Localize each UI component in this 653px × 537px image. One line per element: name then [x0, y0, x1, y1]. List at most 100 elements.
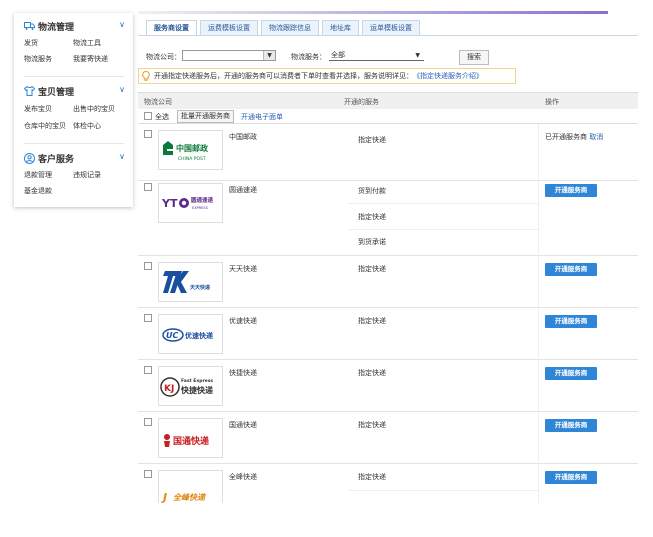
company-logo: 国通快递: [158, 418, 223, 458]
company-logo: KJ Fast Express 快捷快递: [158, 366, 223, 406]
search-button[interactable]: 搜索: [459, 50, 489, 65]
cell-divider: [538, 180, 539, 255]
sidebar-link-fund-refund[interactable]: 基金退款: [24, 186, 52, 196]
logo-subtext: EXPRESS: [192, 206, 209, 210]
sidebar-group-title: 宝贝管理: [38, 87, 75, 98]
open-provider-button[interactable]: 开通服务商: [545, 471, 597, 484]
chevron-down-icon[interactable]: ∨: [119, 152, 125, 161]
row-checkbox[interactable]: [144, 418, 152, 426]
row-checkbox[interactable]: [144, 130, 152, 138]
company-name: 圆通速递: [229, 186, 257, 194]
company-name: 快捷快递: [229, 369, 257, 377]
sidebar-link-warehouse[interactable]: 仓库中的宝贝: [24, 121, 66, 131]
company-logo: J 全峰快递: [158, 470, 223, 503]
company-select[interactable]: ▼: [182, 50, 276, 61]
column-header-actions: 操作: [545, 98, 559, 106]
cancel-link[interactable]: 取消: [589, 133, 603, 141]
sidebar-group-customer-header[interactable]: 客户服务: [24, 152, 75, 165]
sidebar-divider: [24, 76, 124, 77]
company-logo: 中国邮政 CHINA POST: [158, 130, 223, 170]
company-name: 国通快递: [229, 421, 257, 429]
service-item: 指定快递: [358, 213, 386, 221]
sidebar-link-publish[interactable]: 发布宝贝: [24, 104, 52, 114]
sidebar-link-ship[interactable]: 发货: [24, 38, 38, 48]
sidebar-link-refund[interactable]: 退款管理: [24, 170, 52, 180]
company-name: 中国邮政: [229, 133, 257, 141]
tab-freight-template[interactable]: 运费模板设置: [200, 20, 258, 36]
service-item: 到货承诺: [358, 238, 386, 246]
service-list: 指定快递: [348, 307, 538, 359]
service-filter-label: 物流服务：: [291, 53, 326, 61]
logo-text: 圆通速递: [191, 196, 214, 204]
tab-address-book[interactable]: 地址库: [322, 20, 359, 36]
service-item: 指定快递: [358, 317, 386, 325]
open-provider-button[interactable]: 开通服务商: [545, 367, 597, 380]
svg-text:J: J: [161, 491, 167, 503]
open-provider-button[interactable]: 开通服务商: [545, 263, 597, 276]
svg-text:YT: YT: [161, 197, 178, 210]
company-logo: 天天快递: [158, 262, 223, 302]
service-list: 货到付款 指定快递 到货承诺: [348, 180, 538, 255]
service-list: 指定快递: [348, 411, 538, 463]
tab-underline: [138, 35, 638, 36]
service-item: 指定快递: [358, 265, 386, 273]
company-name: 天天快递: [229, 265, 257, 273]
sidebar-group-title: 客户服务: [38, 154, 75, 165]
logo-subtext: Fast Express: [181, 378, 213, 384]
tab-waybill-template[interactable]: 运单模板设置: [362, 20, 420, 36]
open-provider-button[interactable]: 开通服务商: [545, 184, 597, 197]
service-select[interactable]: 全部 ▼: [329, 50, 424, 61]
company-filter-label: 物流公司：: [146, 53, 181, 61]
sidebar-group-items-header[interactable]: 宝贝管理: [24, 85, 75, 98]
table-toolbar: 全选 批量开通服务商 开通电子面单: [138, 109, 638, 124]
table-row: KJ Fast Express 快捷快递 快捷快递 指定快递 开通服务商: [138, 359, 638, 412]
row-checkbox[interactable]: [144, 314, 152, 322]
logo-text: 国通快递: [173, 435, 209, 447]
cell-divider: [538, 359, 539, 411]
sidebar-divider: [24, 143, 124, 144]
row-checkbox[interactable]: [144, 183, 152, 191]
lightbulb-icon: [142, 71, 150, 81]
cell-divider: [538, 307, 539, 359]
open-provider-button[interactable]: 开通服务商: [545, 315, 597, 328]
open-provider-button[interactable]: 开通服务商: [545, 419, 597, 432]
table-row: 国通快递 国通快递 指定快递 开通服务商: [138, 411, 638, 464]
sidebar: 物流管理 ∨ 发货 物流工具 物流服务 我要寄快递 宝贝管理 ∨ 发布宝贝 出售…: [14, 13, 133, 207]
service-list: 指定快递: [348, 124, 538, 180]
service-divider: [348, 490, 538, 491]
tab-service-provider[interactable]: 服务商设置: [146, 20, 197, 36]
sidebar-link-send-express[interactable]: 我要寄快递: [73, 54, 108, 64]
sidebar-link-logistics-tools[interactable]: 物流工具: [73, 38, 101, 48]
logo-text: 优速快递: [185, 331, 214, 340]
sidebar-group-logistics-header[interactable]: 物流管理: [24, 20, 74, 33]
select-all-checkbox[interactable]: [144, 112, 152, 120]
open-eface-link[interactable]: 开通电子面单: [241, 112, 283, 122]
cell-divider: [538, 255, 539, 307]
notice-link[interactable]: 《指定快递服务介绍》: [413, 71, 483, 81]
cell-divider: [538, 463, 539, 503]
table-row: UC 优速快递 优速快递 指定快递 开通服务商: [138, 307, 638, 360]
row-checkbox[interactable]: [144, 262, 152, 270]
row-checkbox[interactable]: [144, 366, 152, 374]
service-list: 指定快递: [348, 255, 538, 307]
chevron-down-icon[interactable]: ∨: [119, 85, 125, 94]
chevron-down-icon[interactable]: ∨: [119, 20, 125, 29]
notice-text: 开通指定快递服务后，开通的服务商可以消费者下单时查看并选择，服务说明详见：: [154, 72, 413, 80]
company-name: 全峰快递: [229, 473, 257, 481]
column-header-services: 开通的服务: [344, 98, 379, 106]
service-select-value: 全部: [331, 51, 345, 59]
table-row: J 全峰快递 全峰快递 指定快递 开通服务商: [138, 463, 638, 503]
tab-tracking[interactable]: 物流跟踪信息: [261, 20, 319, 36]
shirt-icon: [24, 86, 35, 96]
service-divider: [348, 229, 538, 230]
logo-text: 快捷快递: [181, 385, 213, 395]
table-row: 中国邮政 CHINA POST 中国邮政 指定快递 已开通服务商 取消: [138, 124, 638, 181]
batch-open-button[interactable]: 批量开通服务商: [177, 110, 234, 123]
sidebar-link-on-sale[interactable]: 出售中的宝贝: [73, 104, 115, 114]
sidebar-link-violations[interactable]: 违规记录: [73, 170, 101, 180]
table-row: YT 圆通速递 EXPRESS 圆通速递 货到付款 指定快递 到货承诺 开通服务…: [138, 180, 638, 256]
row-checkbox[interactable]: [144, 470, 152, 478]
table-row: 天天快递 天天快递 指定快递 开通服务商: [138, 255, 638, 308]
sidebar-link-logistics-service[interactable]: 物流服务: [24, 54, 52, 64]
sidebar-link-check-center[interactable]: 体检中心: [73, 121, 101, 131]
